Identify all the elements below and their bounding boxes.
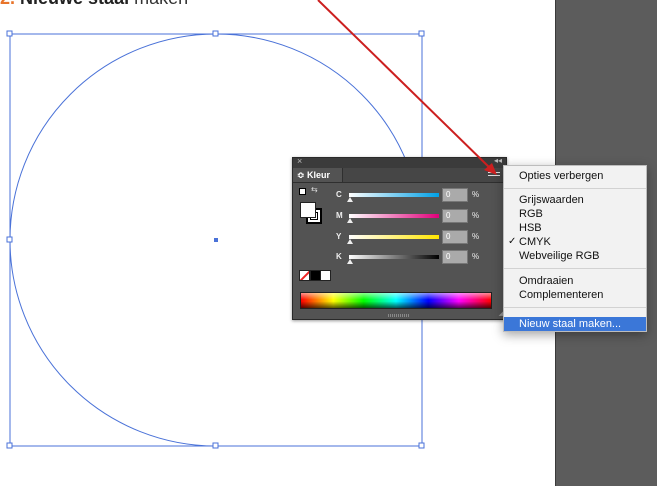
menu-item-nieuw-staal-maken[interactable]: Nieuw staal maken... [504,317,646,331]
panel-flyout-menu: Opties verbergen Grijswaarden RGB HSB ✓ … [503,165,647,332]
handle-top-right [418,30,425,37]
slider-knob[interactable] [347,239,353,244]
menu-item-webveilige-rgb[interactable]: Webveilige RGB [504,249,646,263]
channel-row-c: C 0 % [333,188,503,204]
center-point [214,238,218,242]
tab-kleur[interactable]: ≎ Kleur [293,168,344,182]
handle-top-left [6,30,13,37]
collapse-icon[interactable]: ◂◂ [494,156,502,165]
unit-label: % [472,190,480,199]
menu-item-complementeren[interactable]: Complementeren [504,288,646,302]
menu-item-grijswaarden[interactable]: Grijswaarden [504,193,646,207]
close-icon[interactable]: × [297,156,302,166]
channel-label: K [336,252,342,261]
channel-slider-track[interactable] [349,235,439,239]
color-panel[interactable]: × ◂◂ ≎ Kleur ⇆ C 0 % M 0 % Y 0 % K 0 % ◢ [292,156,507,320]
handle-bottom-left [6,442,13,449]
menu-item-hsb[interactable]: HSB [504,221,646,235]
menu-separator [504,268,646,269]
channel-value-input[interactable]: 0 [442,209,468,223]
panel-tab-row: ≎ Kleur [293,168,506,183]
channel-slider-track[interactable] [349,214,439,218]
channel-label: M [336,211,343,220]
channel-row-y: Y 0 % [333,230,503,246]
panel-menu-icon[interactable] [488,170,500,180]
panel-grip[interactable] [388,314,410,317]
channel-label: Y [336,232,342,241]
panel-titlebar[interactable]: × ◂◂ [293,156,506,168]
menu-item-rgb[interactable]: RGB [504,207,646,221]
swap-arrow-icon[interactable]: ⇆ [311,185,318,194]
menu-item-omdraaien[interactable]: Omdraaien [504,274,646,288]
white-swatch[interactable] [320,270,331,281]
slider-knob[interactable] [347,218,353,223]
fill-stroke-widget[interactable]: ⇆ [299,185,323,224]
channel-row-m: M 0 % [333,209,503,225]
default-colors-icon[interactable] [299,188,306,195]
unit-label: % [472,252,480,261]
menu-item-opties-verbergen[interactable]: Opties verbergen [504,169,646,183]
channel-slider-track[interactable] [349,255,439,259]
unit-label: % [472,232,480,241]
slider-knob[interactable] [347,259,353,264]
channel-value-input[interactable]: 0 [442,250,468,264]
channel-label: C [336,190,342,199]
channel-slider-track[interactable] [349,193,439,197]
handle-bottom-center [212,442,219,449]
menu-item-cmyk[interactable]: ✓ CMYK [504,235,646,249]
handle-top-center [212,30,219,37]
handle-middle-left [6,236,13,243]
fill-swatch[interactable] [300,202,316,218]
checkmark-icon: ✓ [508,236,517,247]
channel-value-input[interactable]: 0 [442,188,468,202]
menu-separator [504,188,646,189]
slider-knob[interactable] [347,197,353,202]
color-spectrum-bar[interactable] [300,292,492,309]
handle-bottom-right [418,442,425,449]
none-swatch[interactable] [299,270,310,281]
menu-separator [504,307,646,308]
quick-swatches [299,270,331,281]
unit-label: % [472,211,480,220]
channel-value-input[interactable]: 0 [442,230,468,244]
channel-row-k: K 0 % [333,250,503,266]
